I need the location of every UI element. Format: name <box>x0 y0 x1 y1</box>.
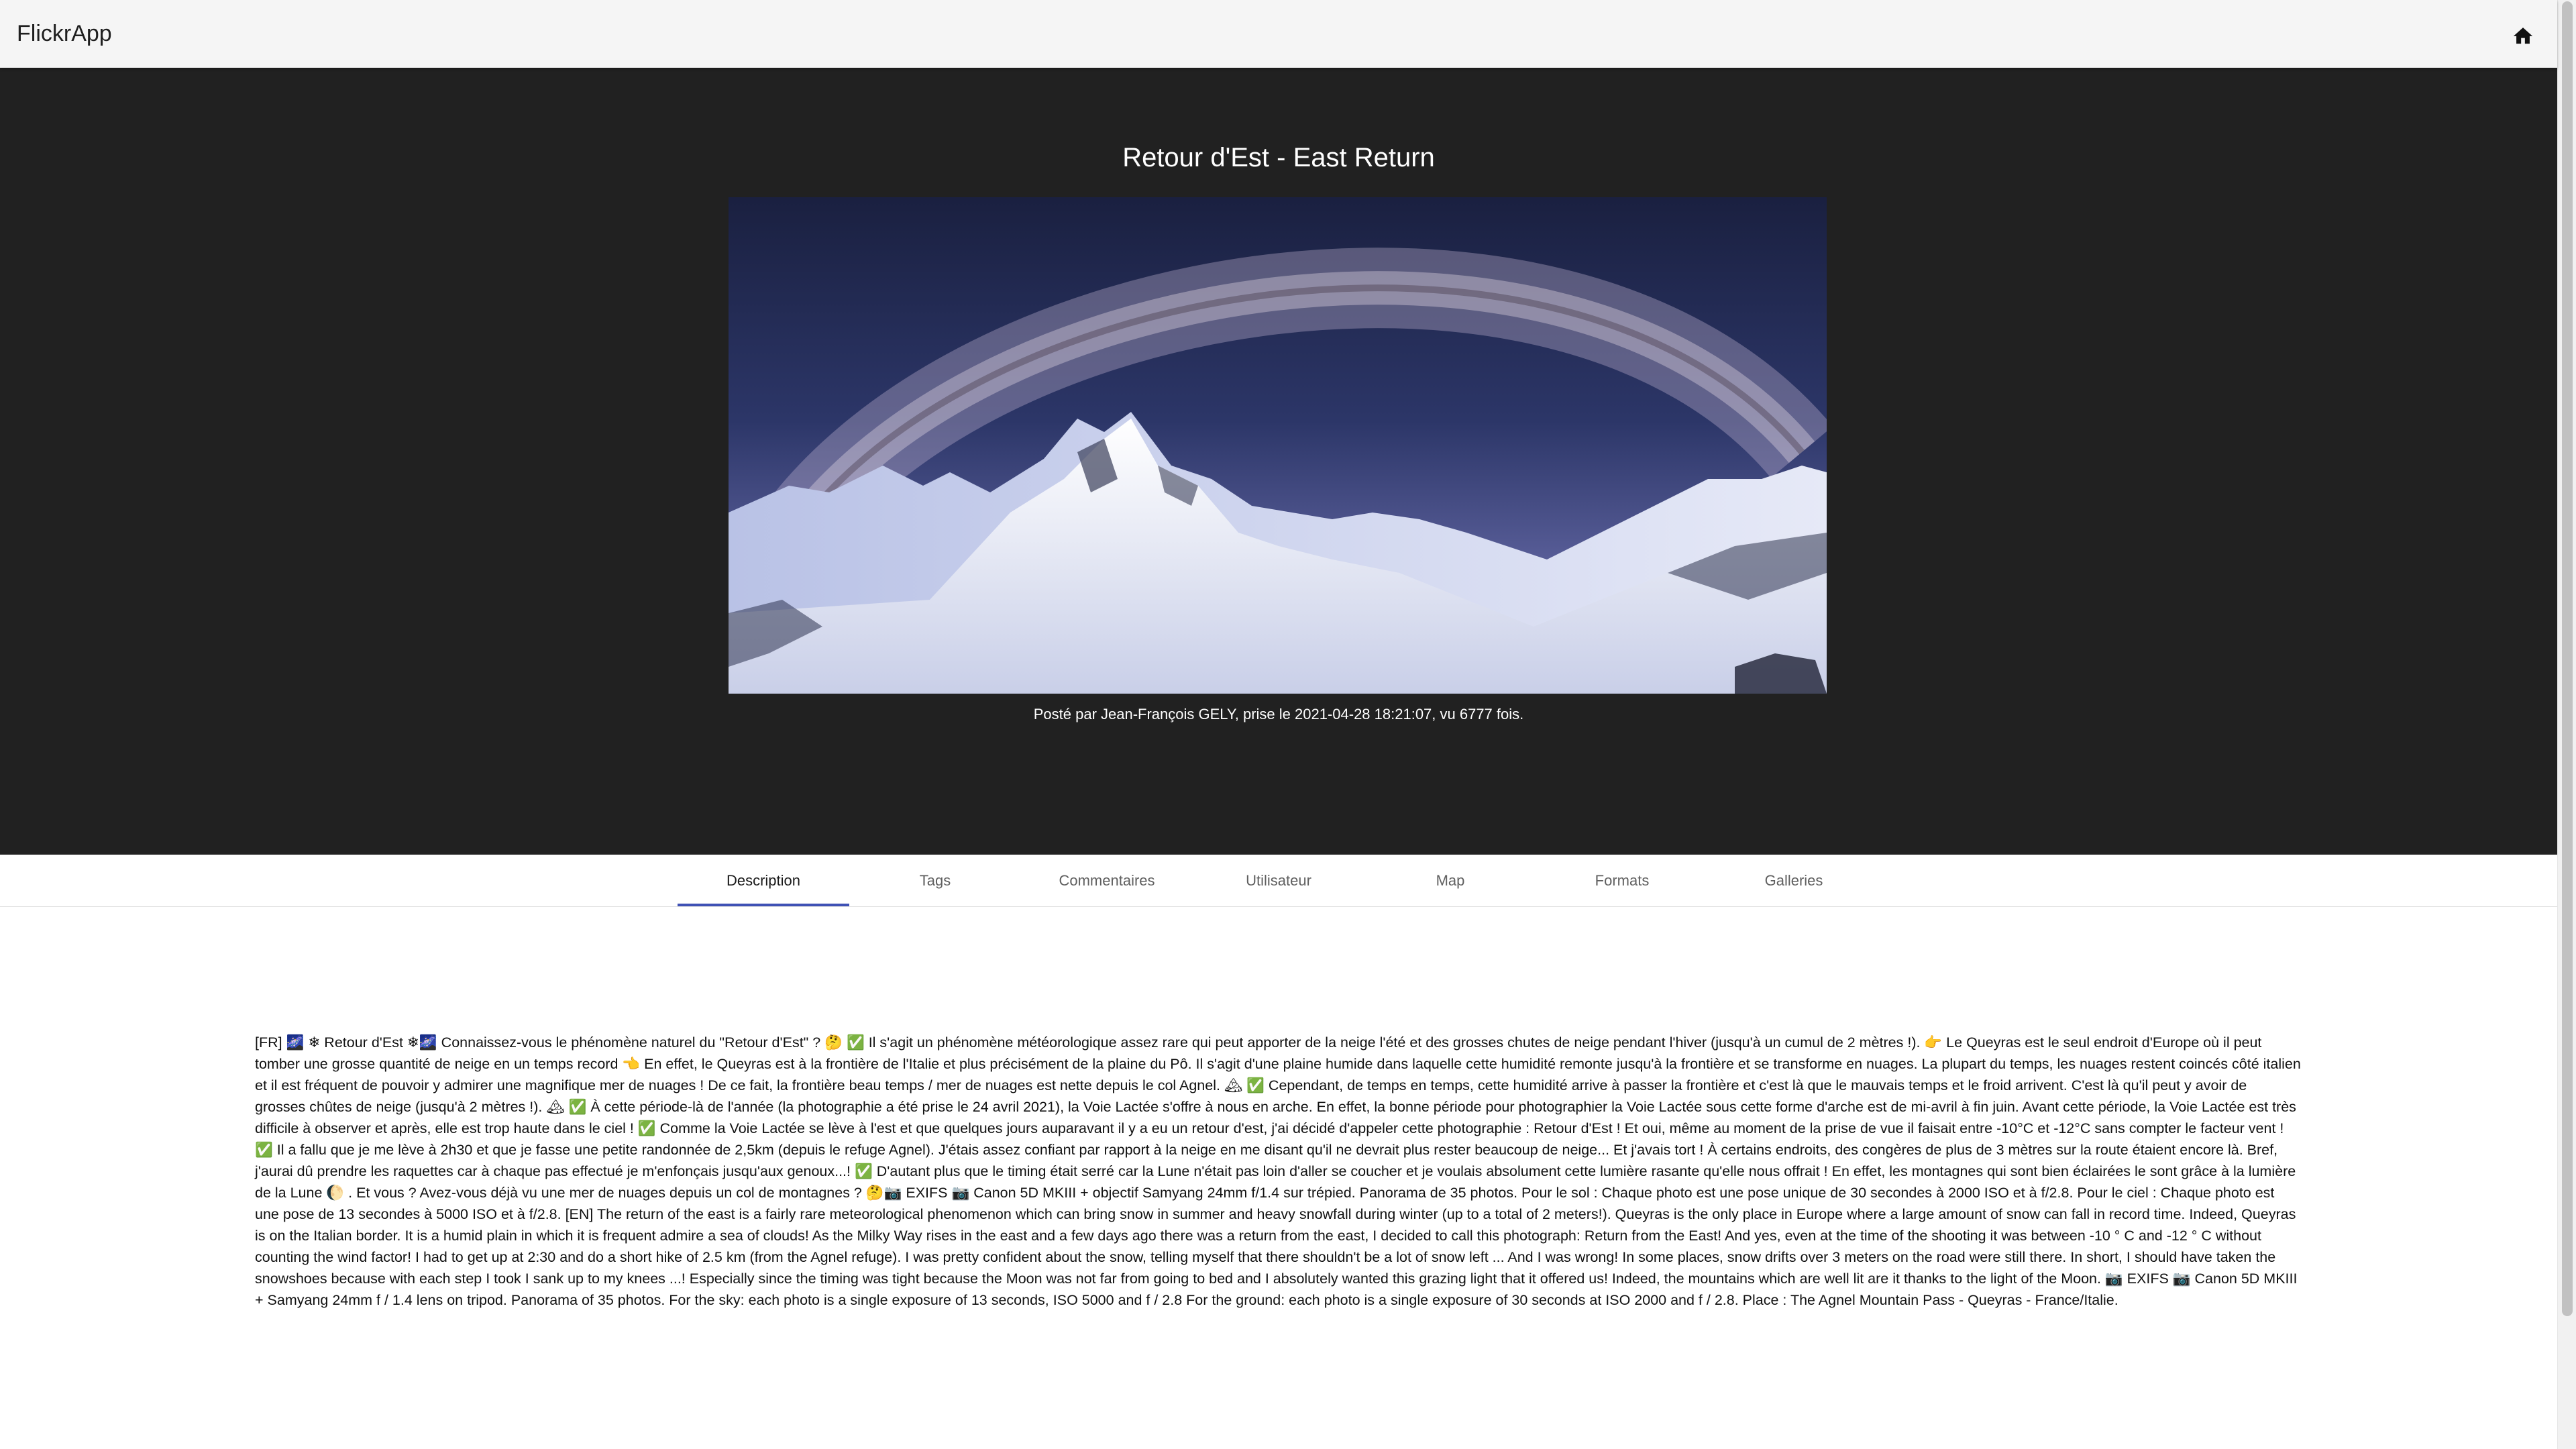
tab-description[interactable]: Description <box>678 855 849 906</box>
photo-milky-way-mountains <box>729 197 1827 694</box>
tab-commentaires[interactable]: Commentaires <box>1021 855 1193 906</box>
home-icon <box>2513 28 2533 44</box>
tab-galleries[interactable]: Galleries <box>1708 855 1880 906</box>
app-bar: FlickrApp <box>0 0 2557 68</box>
tab-map[interactable]: Map <box>1364 855 1536 906</box>
photo-hero: Retour d'Est - East Return Posté par Jea… <box>0 68 2557 855</box>
photo-caption: Posté par Jean-François GELY, prise le 2… <box>1033 706 1524 722</box>
home-button[interactable] <box>2509 20 2537 48</box>
tabs-bar: Description Tags Commentaires Utilisateu… <box>0 855 2557 907</box>
tab-utilisateur[interactable]: Utilisateur <box>1193 855 1364 906</box>
photo-title: Retour d'Est - East Return <box>1122 143 1435 172</box>
scrollbar-thumb[interactable] <box>2562 1 2573 1316</box>
page-scrollbar[interactable] <box>2557 0 2576 1449</box>
photo-description: [FR] 🌌 ❄ Retour d'Est ❄🌌 Connaissez-vous… <box>255 1034 2301 1308</box>
tab-list: Description Tags Commentaires Utilisateu… <box>678 855 1880 906</box>
tab-formats[interactable]: Formats <box>1536 855 1708 906</box>
app-title: FlickrApp <box>17 21 112 46</box>
tab-tags[interactable]: Tags <box>849 855 1021 906</box>
photo-image <box>729 197 1827 694</box>
